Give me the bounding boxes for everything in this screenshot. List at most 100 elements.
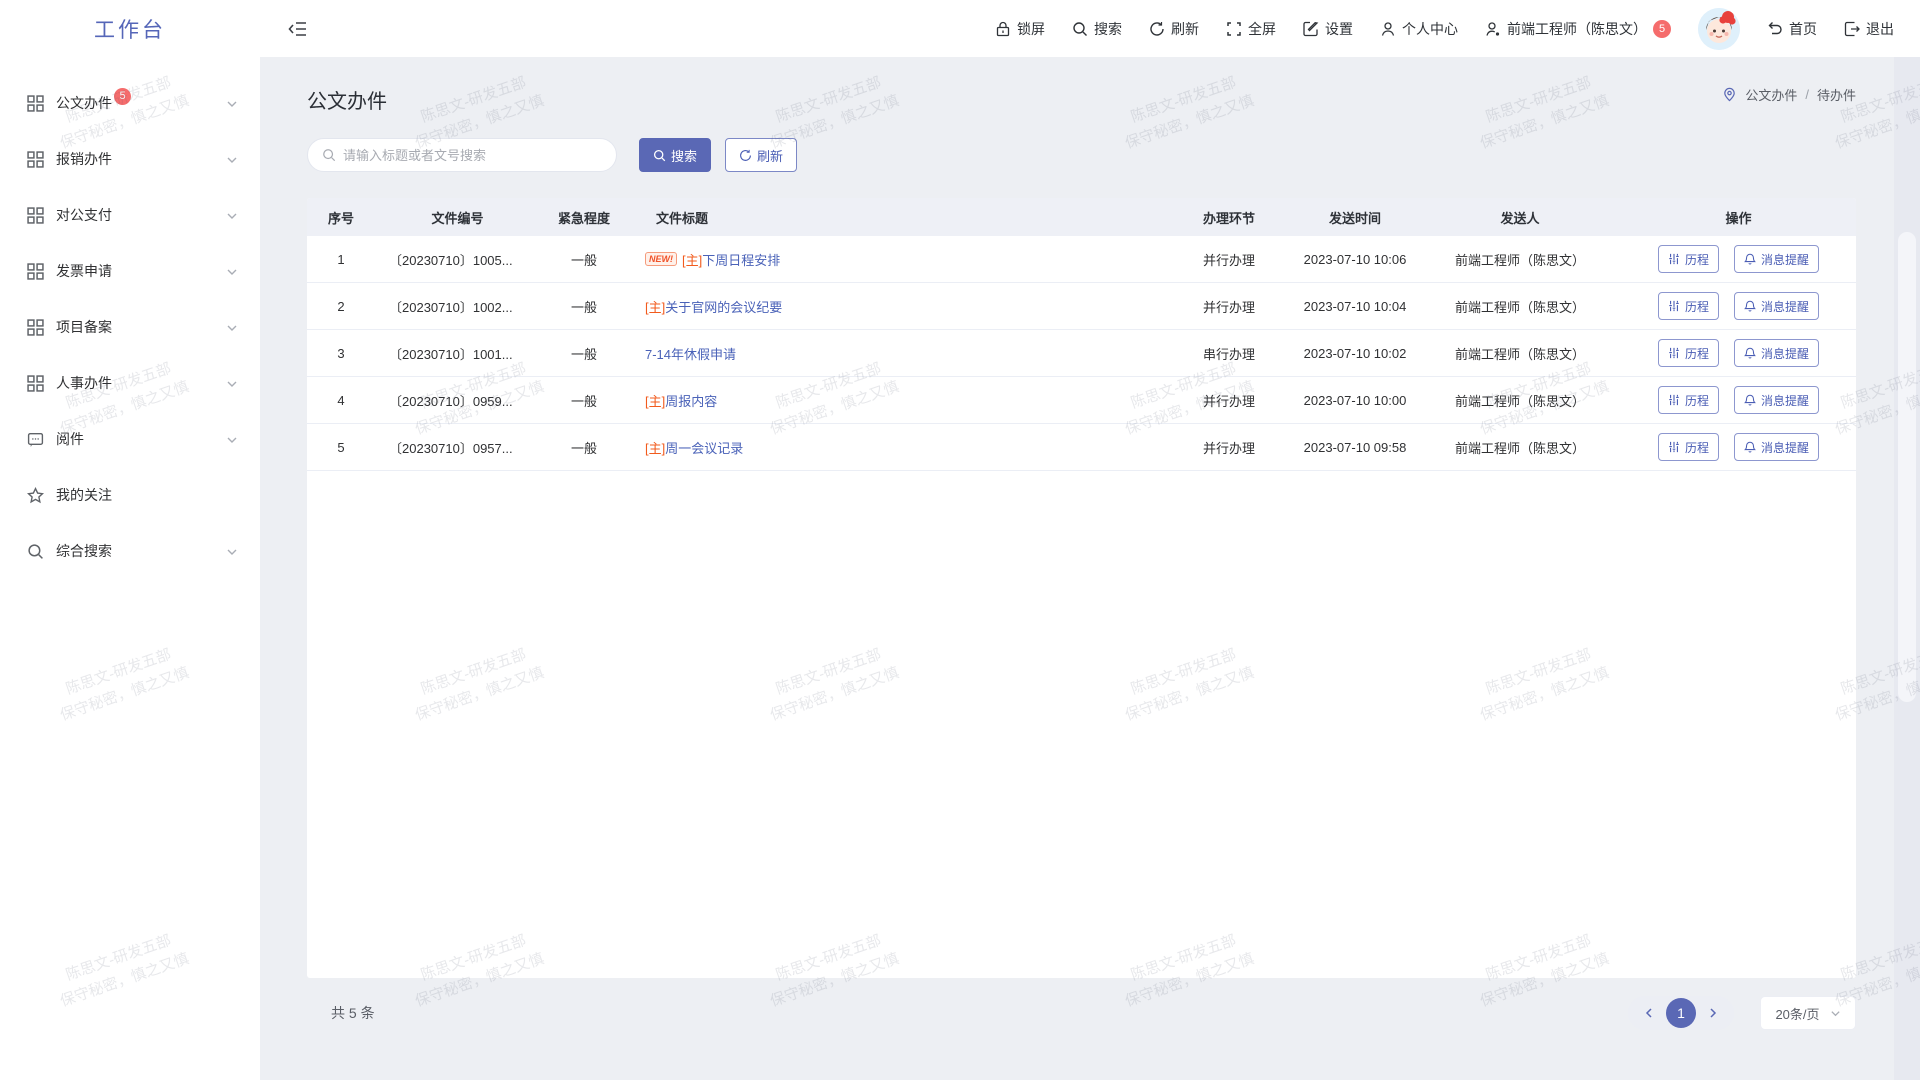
cell-doc-no: 〔20230710〕0957... xyxy=(375,438,540,457)
breadcrumb-root[interactable]: 公文办件 xyxy=(1745,85,1797,104)
sidebar-item-global-search[interactable]: 综合搜索 xyxy=(0,523,260,579)
next-page-button[interactable] xyxy=(1702,1002,1724,1024)
sidebar-item-label: 对公支付 xyxy=(56,205,112,225)
sidebar-item-label: 综合搜索 xyxy=(56,541,112,561)
cell-doc-no: 〔20230710〕1001... xyxy=(375,344,540,363)
main-content: 公文办件 公文办件 / 待办件 搜索 刷新 序号 文件编号 紧急程度 文件标题 … xyxy=(260,57,1920,1080)
sidebar-item-reading[interactable]: 阅件 xyxy=(0,411,260,467)
history-button[interactable]: 历程 xyxy=(1658,386,1719,414)
logout-button[interactable]: 退出 xyxy=(1844,19,1894,39)
pagination: 1 20条/页 xyxy=(1628,996,1856,1030)
cell-step: 并行办理 xyxy=(1167,250,1291,269)
chevron-down-icon xyxy=(226,321,238,333)
cell-urgency: 一般 xyxy=(540,250,628,269)
page-number[interactable]: 1 xyxy=(1666,998,1696,1028)
header-actions: 锁屏 搜索 刷新 全屏 设置 个人中心 前端工程师（陈思文） 5 xyxy=(995,8,1894,50)
grid-icon xyxy=(27,151,44,168)
breadcrumb: 公文办件 / 待办件 xyxy=(1722,85,1856,104)
sidebar-item-label: 项目备案 xyxy=(56,317,112,337)
col-header-step: 办理环节 xyxy=(1167,208,1291,227)
history-button[interactable]: 历程 xyxy=(1658,433,1719,461)
page-size-select[interactable]: 20条/页 xyxy=(1760,996,1856,1030)
grid-icon xyxy=(27,263,44,280)
bell-icon xyxy=(1744,347,1756,359)
star-icon xyxy=(27,487,44,504)
table-row: 5 〔20230710〕0957... 一般 NEW! [主]周一会议记录 并行… xyxy=(307,424,1856,471)
message-reminder-button[interactable]: 消息提醒 xyxy=(1734,292,1819,320)
cell-actions: 历程 消息提醒 xyxy=(1621,339,1856,367)
fullscreen-button[interactable]: 全屏 xyxy=(1226,19,1276,39)
col-header-title: 文件标题 xyxy=(628,208,1167,227)
page-scrollbar[interactable] xyxy=(1894,57,1920,1080)
home-button[interactable]: 首页 xyxy=(1767,19,1817,39)
current-user[interactable]: 前端工程师（陈思文） 5 xyxy=(1485,19,1671,39)
cell-time: 2023-07-10 09:58 xyxy=(1291,440,1419,455)
prev-page-button[interactable] xyxy=(1638,1002,1660,1024)
main-doc-prefix: [主] xyxy=(645,300,665,315)
search-icon xyxy=(322,148,336,162)
document-title-link[interactable]: [主]周一会议记录 xyxy=(645,438,743,457)
header-refresh-button[interactable]: 刷新 xyxy=(1149,19,1199,39)
cell-urgency: 一般 xyxy=(540,438,628,457)
lock-screen-button[interactable]: 锁屏 xyxy=(995,19,1045,39)
cell-title: NEW! 7-14年休假申请 xyxy=(628,344,1167,363)
profile-center-button[interactable]: 个人中心 xyxy=(1380,19,1458,39)
cell-sender: 前端工程师（陈思文） xyxy=(1419,297,1621,316)
avatar[interactable] xyxy=(1698,8,1740,50)
cell-no: 3 xyxy=(307,346,375,361)
history-button[interactable]: 历程 xyxy=(1658,292,1719,320)
location-pin-icon xyxy=(1722,87,1737,102)
message-reminder-button[interactable]: 消息提醒 xyxy=(1734,386,1819,414)
refresh-button[interactable]: 刷新 xyxy=(725,138,797,172)
cell-doc-no: 〔20230710〕1005... xyxy=(375,250,540,269)
chevron-down-icon xyxy=(226,265,238,277)
cell-urgency: 一般 xyxy=(540,391,628,410)
sidebar-item-hr[interactable]: 人事办件 xyxy=(0,355,260,411)
history-button[interactable]: 历程 xyxy=(1658,339,1719,367)
document-title-link[interactable]: [主]周报内容 xyxy=(645,391,717,410)
top-header: 锁屏 搜索 刷新 全屏 设置 个人中心 前端工程师（陈思文） 5 xyxy=(260,0,1920,57)
user-icon xyxy=(1380,21,1396,37)
message-reminder-button[interactable]: 消息提醒 xyxy=(1734,245,1819,273)
lock-icon xyxy=(995,21,1011,37)
sidebar-item-label: 发票申请 xyxy=(56,261,112,281)
sliders-icon xyxy=(1668,253,1680,265)
sidebar-item-label: 公文办件 xyxy=(56,93,112,113)
search-button[interactable]: 搜索 xyxy=(639,138,711,172)
sidebar-collapse-icon[interactable] xyxy=(288,19,308,39)
col-header-time: 发送时间 xyxy=(1291,208,1419,227)
scrollbar-thumb[interactable] xyxy=(1898,232,1916,702)
cell-doc-no: 〔20230710〕0959... xyxy=(375,391,540,410)
sidebar-badge: 5 xyxy=(114,88,131,105)
cell-sender: 前端工程师（陈思文） xyxy=(1419,391,1621,410)
document-title-link[interactable]: [主]下周日程安排 xyxy=(682,250,780,269)
sidebar-item-favorites[interactable]: 我的关注 xyxy=(0,467,260,523)
sidebar-item-invoice-request[interactable]: 发票申请 xyxy=(0,243,260,299)
search-input[interactable] xyxy=(343,148,602,163)
col-header-no: 序号 xyxy=(307,208,375,227)
sidebar-item-project-filing[interactable]: 项目备案 xyxy=(0,299,260,355)
message-reminder-button[interactable]: 消息提醒 xyxy=(1734,433,1819,461)
grid-icon xyxy=(27,95,44,112)
message-reminder-button[interactable]: 消息提醒 xyxy=(1734,339,1819,367)
fullscreen-icon xyxy=(1226,21,1242,37)
sidebar-item-label: 我的关注 xyxy=(56,485,112,505)
cell-urgency: 一般 xyxy=(540,344,628,363)
document-title-link[interactable]: [主]关于官网的会议纪要 xyxy=(645,297,782,316)
sidebar-item-official-docs[interactable]: 公文办件 5 xyxy=(0,75,260,131)
cell-title: NEW! [主]周报内容 xyxy=(628,391,1167,410)
chevron-down-icon xyxy=(226,377,238,389)
chevron-down-icon xyxy=(1830,1008,1841,1019)
cell-time: 2023-07-10 10:06 xyxy=(1291,252,1419,267)
bell-icon xyxy=(1744,300,1756,312)
sidebar-item-reimbursement[interactable]: 报销办件 xyxy=(0,131,260,187)
settings-button[interactable]: 设置 xyxy=(1303,19,1353,39)
document-title-link[interactable]: 7-14年休假申请 xyxy=(645,344,736,363)
cell-urgency: 一般 xyxy=(540,297,628,316)
header-search-button[interactable]: 搜索 xyxy=(1072,19,1122,39)
history-button[interactable]: 历程 xyxy=(1658,245,1719,273)
sidebar-item-corporate-payment[interactable]: 对公支付 xyxy=(0,187,260,243)
cell-time: 2023-07-10 10:00 xyxy=(1291,393,1419,408)
cell-step: 并行办理 xyxy=(1167,438,1291,457)
search-toolbar: 搜索 刷新 xyxy=(307,138,1856,172)
